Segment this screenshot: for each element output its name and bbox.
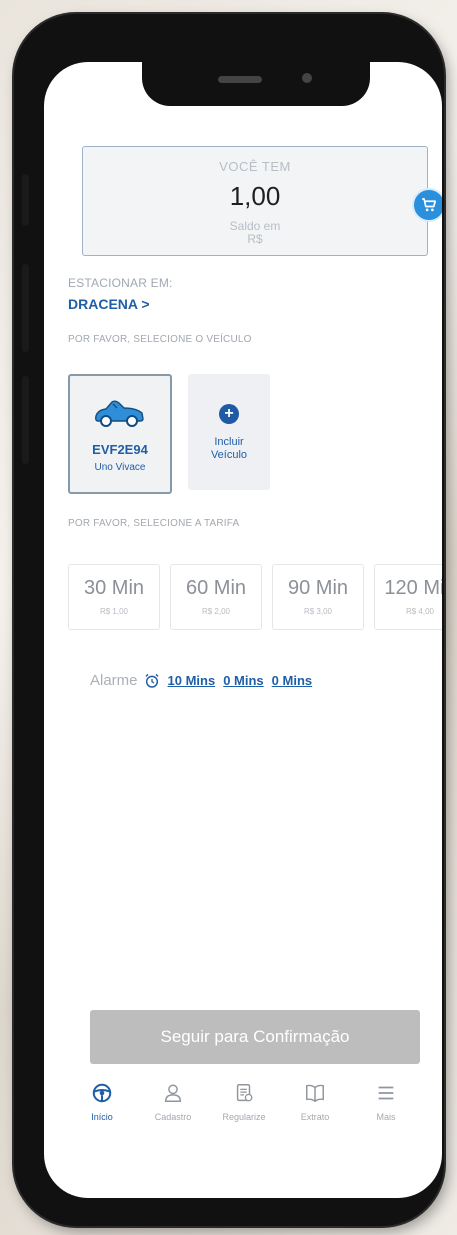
- alarm-option-2[interactable]: 0 Mins: [223, 673, 263, 688]
- book-icon: [306, 1084, 324, 1102]
- tariff-option-90[interactable]: 90 Min R$ 3,00: [272, 564, 364, 630]
- add-vehicle-label-line1: Incluir: [214, 436, 244, 448]
- nav-label: Cadastro: [154, 1112, 192, 1122]
- tariff-time: 120 Min: [384, 577, 442, 599]
- vehicle-model: Uno Vivace: [94, 462, 146, 473]
- tariff-option-60[interactable]: 60 Min R$ 2,00: [170, 564, 262, 630]
- alarm-option-1[interactable]: 10 Mins: [168, 673, 216, 688]
- cart-icon: [422, 198, 437, 212]
- user-icon: [164, 1084, 182, 1102]
- nav-item-mais[interactable]: Mais: [350, 1082, 422, 1122]
- alarm-clock-icon: [144, 673, 159, 688]
- alarm-option-3[interactable]: 0 Mins: [272, 673, 312, 688]
- volume-up-button: [22, 264, 29, 352]
- add-vehicle-label-line2: Veículo: [210, 449, 248, 461]
- vehicle-section-label: POR FAVOR, SELECIONE O VEÍCULO: [68, 334, 252, 345]
- tariff-section-label: POR FAVOR, SELECIONE A TARIFA: [68, 518, 240, 529]
- bottom-nav: Início Cadastro Regularize Extrato Mais: [66, 1082, 422, 1142]
- nav-item-inicio[interactable]: Início: [66, 1082, 138, 1122]
- balance-label: VOCÊ TEM: [219, 159, 291, 174]
- mute-switch: [22, 174, 29, 226]
- tariff-price: R$ 3,00: [303, 607, 333, 616]
- tariff-price: R$ 4,00: [405, 607, 435, 616]
- balance-subtitle-line2: R$: [247, 232, 263, 246]
- add-vehicle-label: Incluir Veículo: [188, 436, 270, 462]
- document-icon: [236, 1084, 253, 1102]
- nav-item-regularize[interactable]: Regularize: [208, 1082, 280, 1122]
- steering-wheel-icon: [92, 1083, 112, 1103]
- vehicle-plate: EVF2E94: [92, 442, 148, 457]
- nav-label: Mais: [376, 1112, 396, 1122]
- tariff-option-120[interactable]: 120 Min R$ 4,00: [374, 564, 442, 630]
- car-icon: [95, 400, 144, 427]
- speaker-grille: [218, 76, 262, 83]
- tariff-price: R$ 1,00: [99, 607, 129, 616]
- nav-item-cadastro[interactable]: Cadastro: [137, 1082, 209, 1122]
- balance-value: 1,00: [229, 181, 281, 211]
- plus-icon: +: [219, 404, 239, 424]
- volume-down-button: [22, 376, 29, 464]
- app-screen: VOCÊ TEM 1,00 Saldo em R$ ESTACIONAR EM:…: [44, 62, 442, 1198]
- front-camera: [302, 73, 312, 83]
- balance-subtitle: Saldo em R$: [83, 220, 427, 246]
- tariff-price: R$ 2,00: [201, 607, 231, 616]
- tariff-time: 90 Min: [287, 577, 349, 599]
- tariff-time: 60 Min: [185, 577, 247, 599]
- phone-frame: VOCÊ TEM 1,00 Saldo em R$ ESTACIONAR EM:…: [14, 14, 444, 1226]
- nav-label: Extrato: [300, 1112, 330, 1122]
- city-selector[interactable]: DRACENA >: [68, 296, 150, 312]
- add-vehicle-button[interactable]: + Incluir Veículo: [188, 374, 270, 490]
- vehicle-card-selected[interactable]: EVF2E94 Uno Vivace: [68, 374, 172, 494]
- parking-label: ESTACIONAR EM:: [68, 276, 173, 290]
- balance-card: VOCÊ TEM 1,00 Saldo em R$: [82, 146, 428, 256]
- notch: [142, 54, 370, 106]
- alarm-label: Alarme: [90, 672, 138, 689]
- confirm-button[interactable]: Seguir para Confirmação: [90, 1010, 420, 1064]
- tariff-option-30[interactable]: 30 Min R$ 1,00: [68, 564, 160, 630]
- tariff-time: 30 Min: [83, 577, 145, 599]
- nav-label: Início: [91, 1112, 113, 1122]
- tariff-list: 30 Min R$ 1,00 60 Min R$ 2,00 90 Min R$ …: [68, 564, 442, 630]
- alarm-row: Alarme 10 Mins 0 Mins 0 Mins: [90, 672, 312, 689]
- nav-item-extrato[interactable]: Extrato: [279, 1082, 351, 1122]
- nav-label: Regularize: [222, 1112, 266, 1122]
- cart-button[interactable]: [412, 188, 442, 222]
- menu-icon: [378, 1086, 394, 1100]
